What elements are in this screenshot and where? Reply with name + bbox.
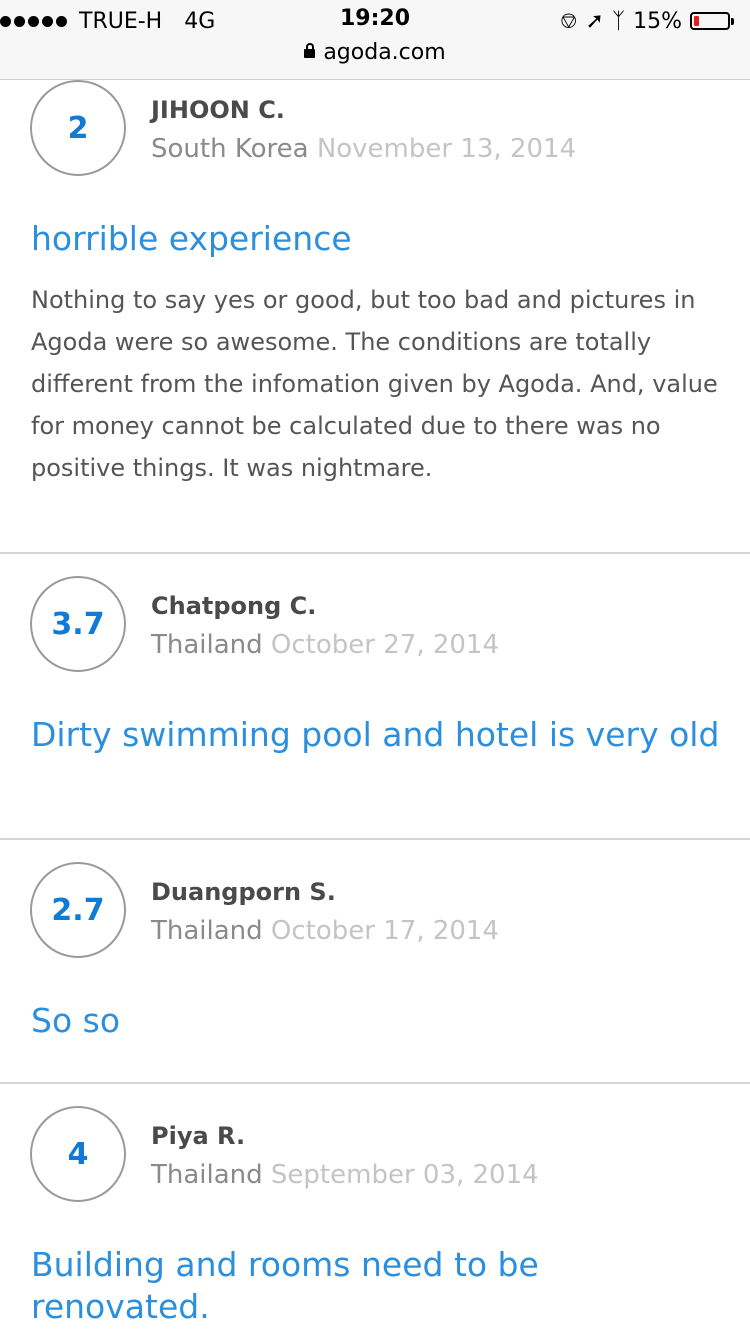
address-bar[interactable]: agoda.com — [0, 40, 750, 65]
status-bar: TRUE-H 4G 19:20 ⎊ ➚ ᛉ 15% agoda.com — [0, 0, 750, 80]
review-date: September 03, 2014 — [270, 1160, 539, 1190]
review-score: 3.7 — [30, 576, 126, 672]
reviewer-meta: Thailand October 17, 2014 — [151, 916, 499, 946]
reviewer-country: Thailand — [151, 916, 263, 946]
reviewer-country: Thailand — [151, 1160, 263, 1190]
review-title[interactable]: So so — [31, 1000, 720, 1042]
review-score: 2.7 — [30, 862, 126, 958]
battery-percent: 15% — [633, 8, 682, 34]
battery-icon — [690, 12, 734, 30]
reviewer-meta: Thailand October 27, 2014 — [151, 630, 499, 660]
review-card: 4 Piya R. Thailand September 03, 2014 Bu… — [0, 1084, 750, 1334]
reviewer-name: Chatpong C. — [151, 592, 317, 620]
url-text: agoda.com — [323, 40, 446, 65]
review-card: 2 JIHOON C. South Korea November 13, 201… — [0, 80, 750, 554]
review-title[interactable]: Dirty swimming pool and hotel is very ol… — [31, 714, 720, 756]
battery-fill — [694, 16, 699, 26]
review-score: 4 — [30, 1106, 126, 1202]
reviewer-name: JIHOON C. — [151, 96, 285, 124]
location-arrow-icon: ➚ — [585, 8, 604, 34]
rotation-lock-icon: ⎊ — [559, 8, 578, 34]
review-date: November 13, 2014 — [316, 134, 577, 164]
review-date: October 17, 2014 — [270, 916, 500, 946]
review-card: 2.7 Duangporn S. Thailand October 17, 20… — [0, 840, 750, 1084]
review-title[interactable]: Building and rooms need to be renovated. — [31, 1244, 720, 1328]
reviewer-meta: South Korea November 13, 2014 — [151, 134, 576, 164]
review-score: 2 — [30, 80, 126, 176]
reviewer-name: Piya R. — [151, 1122, 246, 1150]
reviewer-name: Duangporn S. — [151, 878, 336, 906]
lock-icon — [304, 43, 316, 58]
reviewer-country: South Korea — [151, 134, 309, 164]
reviewer-country: Thailand — [151, 630, 263, 660]
reviewer-meta: Thailand September 03, 2014 — [151, 1160, 539, 1190]
review-card: 3.7 Chatpong C. Thailand October 27, 201… — [0, 554, 750, 840]
review-date: October 27, 2014 — [270, 630, 500, 660]
review-body: Nothing to say yes or good, but too bad … — [31, 286, 718, 482]
review-title[interactable]: horrible experience — [31, 218, 720, 260]
review-list: 2 JIHOON C. South Korea November 13, 201… — [0, 80, 750, 1334]
bluetooth-icon: ᛉ — [611, 8, 626, 34]
status-icons: ⎊ ➚ ᛉ 15% — [559, 6, 734, 36]
